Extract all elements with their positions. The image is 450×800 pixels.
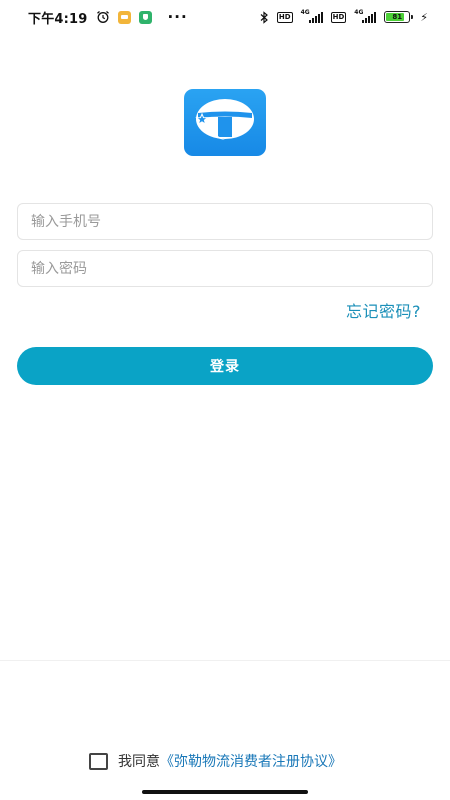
message-notification-icon (117, 10, 131, 24)
battery-level-text: 81 (392, 12, 403, 21)
network-type-label: 4G (354, 8, 364, 16)
home-indicator[interactable] (142, 790, 308, 794)
status-bar-left: 下午4:19 ··· (28, 8, 188, 27)
hd-icon: HD (276, 11, 293, 23)
password-field[interactable] (17, 250, 433, 287)
agreement-row: 我同意 《弥勒物流消费者注册协议》 (89, 751, 342, 771)
bottom-panel (0, 660, 450, 800)
agreement-prefix: 我同意 (118, 754, 160, 770)
status-bar-right: HD 4G HD 4G 81 ⚡ (260, 8, 428, 24)
shield-notification-icon (138, 10, 152, 24)
login-screen: 下午4:19 ··· HD 4G HD 4G 81 ⚡ 输入手机号 忘记密码? … (0, 0, 450, 800)
network-type-label: 4G (300, 8, 310, 16)
app-logo-icon (184, 89, 266, 156)
phone-input[interactable] (18, 204, 432, 239)
bluetooth-icon (260, 10, 269, 24)
status-bar: 下午4:19 ··· HD 4G HD 4G 81 ⚡ (0, 0, 450, 34)
phone-field[interactable] (17, 203, 433, 240)
more-notifications-icon: ··· (167, 8, 188, 26)
signal-4g-icon: 4G (354, 8, 377, 23)
forgot-password-link[interactable]: 忘记密码? (346, 298, 421, 322)
alarm-clock-icon (96, 10, 110, 24)
agreement-checkbox[interactable] (89, 752, 108, 770)
status-time: 下午4:19 (28, 11, 88, 27)
login-button[interactable]: 登录 (17, 347, 433, 385)
hd-icon: HD (330, 11, 347, 23)
battery-icon: 81 (384, 11, 414, 23)
signal-4g-icon: 4G (300, 8, 323, 23)
agreement-link[interactable]: 《弥勒物流消费者注册协议》 (160, 751, 342, 771)
password-input[interactable] (18, 251, 432, 286)
charging-icon: ⚡ (420, 10, 428, 24)
